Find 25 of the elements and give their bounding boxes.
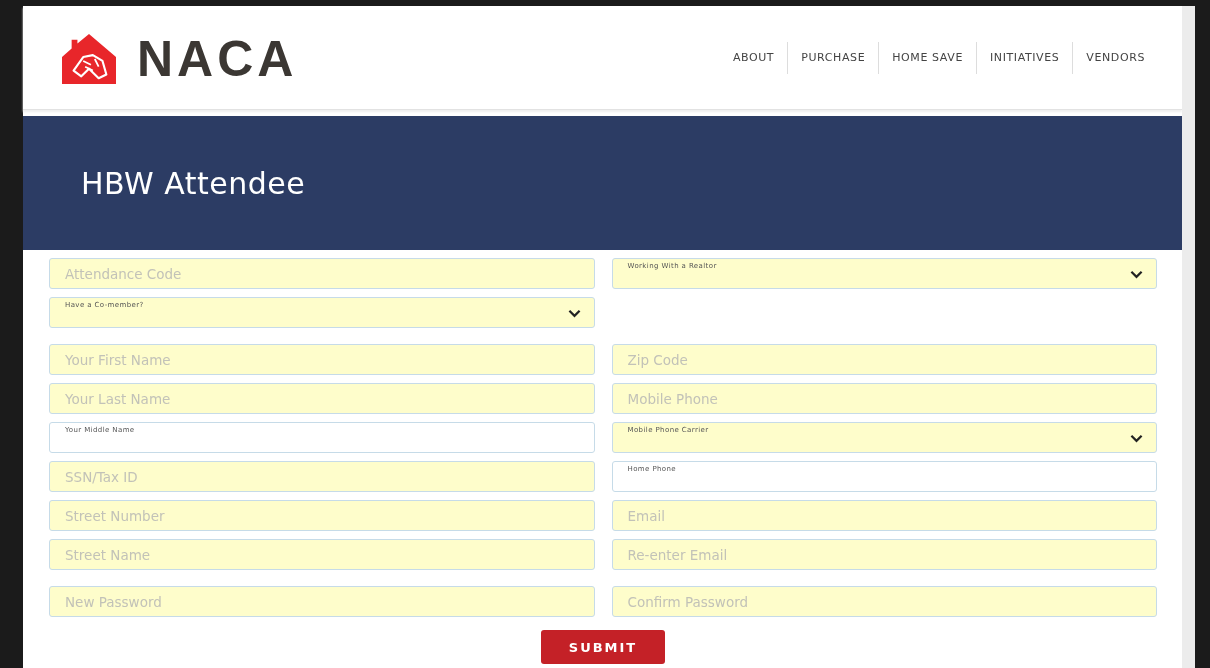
- input-field[interactable]: Street Name: [49, 539, 595, 570]
- nav-link[interactable]: INITIATIVES: [975, 41, 1073, 74]
- page-title: HBW Attendee: [81, 165, 306, 201]
- chevron-down-icon: [1130, 434, 1143, 443]
- input-field[interactable]: Your First Name: [49, 344, 595, 375]
- submit-button[interactable]: SUBMIT: [541, 630, 665, 664]
- scrollbar-track[interactable]: [1182, 6, 1195, 668]
- house-handshake-icon: [59, 31, 119, 86]
- input-field[interactable]: New Password: [49, 586, 595, 617]
- input-field[interactable]: Street Number: [49, 500, 595, 531]
- input-field[interactable]: Re-enter Email: [611, 539, 1157, 570]
- input-field[interactable]: Mobile Phone: [611, 383, 1157, 414]
- logo-wordmark[interactable]: NACA: [137, 33, 298, 84]
- input-field[interactable]: Your Last Name: [49, 383, 595, 414]
- input-field[interactable]: Zip Code: [611, 344, 1157, 375]
- nav-link[interactable]: ABOUT: [719, 41, 788, 74]
- nav-link[interactable]: PURCHASE: [787, 41, 879, 74]
- chevron-down-icon: [1130, 270, 1143, 279]
- nav-link[interactable]: HOME SAVE: [878, 41, 976, 74]
- input-field[interactable]: SSN/Tax ID: [49, 461, 595, 492]
- nav-link[interactable]: VENDORS: [1072, 41, 1158, 74]
- input-field[interactable]: Attendance Code: [49, 258, 595, 289]
- chevron-down-icon: [567, 309, 581, 318]
- input-field[interactable]: Email: [611, 500, 1157, 531]
- input-field[interactable]: Confirm Password: [611, 586, 1157, 617]
